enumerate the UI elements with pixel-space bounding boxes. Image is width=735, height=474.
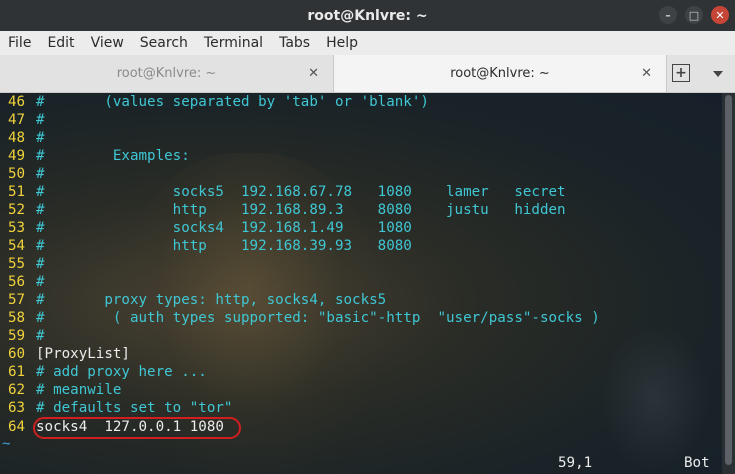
menu-file[interactable]: File [0, 35, 39, 51]
background-figure-right [600, 323, 710, 473]
code-line: 60 [ProxyList] [8, 346, 130, 362]
tab-bar: root@Knlvre: ~ ✕ root@Knlvre: ~ ✕ + [0, 55, 735, 93]
new-tab-icon[interactable]: + [672, 64, 690, 82]
highlight-ellipse [33, 417, 241, 439]
menu-help[interactable]: Help [318, 35, 366, 51]
scroll-position: Bot [684, 455, 710, 471]
code-line: 47 # [8, 112, 45, 128]
code-line: 58 # ( auth types supported: "basic"-http… [8, 310, 600, 326]
code-line: 62 # meanwile [8, 382, 122, 398]
code-line: 46 # (values separated by 'tab' or 'blank… [8, 94, 429, 110]
window-controls: – □ ✕ [659, 6, 729, 24]
tab-close-icon[interactable]: ✕ [308, 66, 319, 81]
code-line: 53 # socks4 192.168.1.49 1080 [8, 220, 412, 236]
menu-search[interactable]: Search [132, 35, 196, 51]
window-title: root@Knlvre: ~ [307, 7, 428, 24]
menu-terminal[interactable]: Terminal [196, 35, 271, 51]
code-line: 50 # [8, 166, 45, 182]
empty-line-tilde: ~ [2, 436, 11, 452]
code-line: 49 # Examples: [8, 148, 190, 164]
code-line: 55 # [8, 256, 45, 272]
tab-label: root@Knlvre: ~ [116, 66, 217, 81]
title-bar: root@Knlvre: ~ – □ ✕ [0, 0, 735, 31]
scrollbar[interactable] [722, 93, 735, 474]
tab-2-active[interactable]: root@Knlvre: ~ ✕ [333, 55, 667, 92]
terminal-window: root@Knlvre: ~ – □ ✕ File Edit View Sear… [0, 0, 735, 474]
tab-1[interactable]: root@Knlvre: ~ ✕ [0, 55, 333, 92]
close-button[interactable]: ✕ [711, 6, 729, 24]
maximize-button[interactable]: □ [685, 6, 703, 24]
code-line: 57 # proxy types: http, socks4, socks5 [8, 292, 387, 308]
tab-menu-arrow-icon[interactable] [713, 71, 723, 77]
menu-edit[interactable]: Edit [39, 35, 82, 51]
menu-bar: File Edit View Search Terminal Tabs Help [0, 31, 735, 56]
code-line: 51 # socks5 192.168.67.78 1080 lamer secr… [8, 184, 566, 200]
scrollbar-thumb[interactable] [725, 95, 732, 465]
code-line: 63 # defaults set to "tor" [8, 400, 233, 416]
code-line: 54 # http 192.168.39.93 8080 [8, 238, 412, 254]
code-line: 59 # [8, 328, 45, 344]
menu-view[interactable]: View [83, 35, 132, 51]
code-line: 61 # add proxy here ... [8, 364, 207, 380]
cursor-position: 59,1 [558, 455, 593, 471]
tab-close-icon[interactable]: ✕ [641, 66, 652, 81]
code-line: 48 # [8, 130, 45, 146]
terminal-content[interactable]: 46 # (values separated by 'tab' or 'blank… [0, 93, 722, 474]
menu-tabs[interactable]: Tabs [271, 35, 318, 51]
tab-label: root@Knlvre: ~ [450, 66, 550, 81]
code-line: 56 # [8, 274, 45, 290]
code-line: 52 # http 192.168.89.3 8080 justu hidden [8, 202, 566, 218]
minimize-button[interactable]: – [659, 6, 677, 24]
